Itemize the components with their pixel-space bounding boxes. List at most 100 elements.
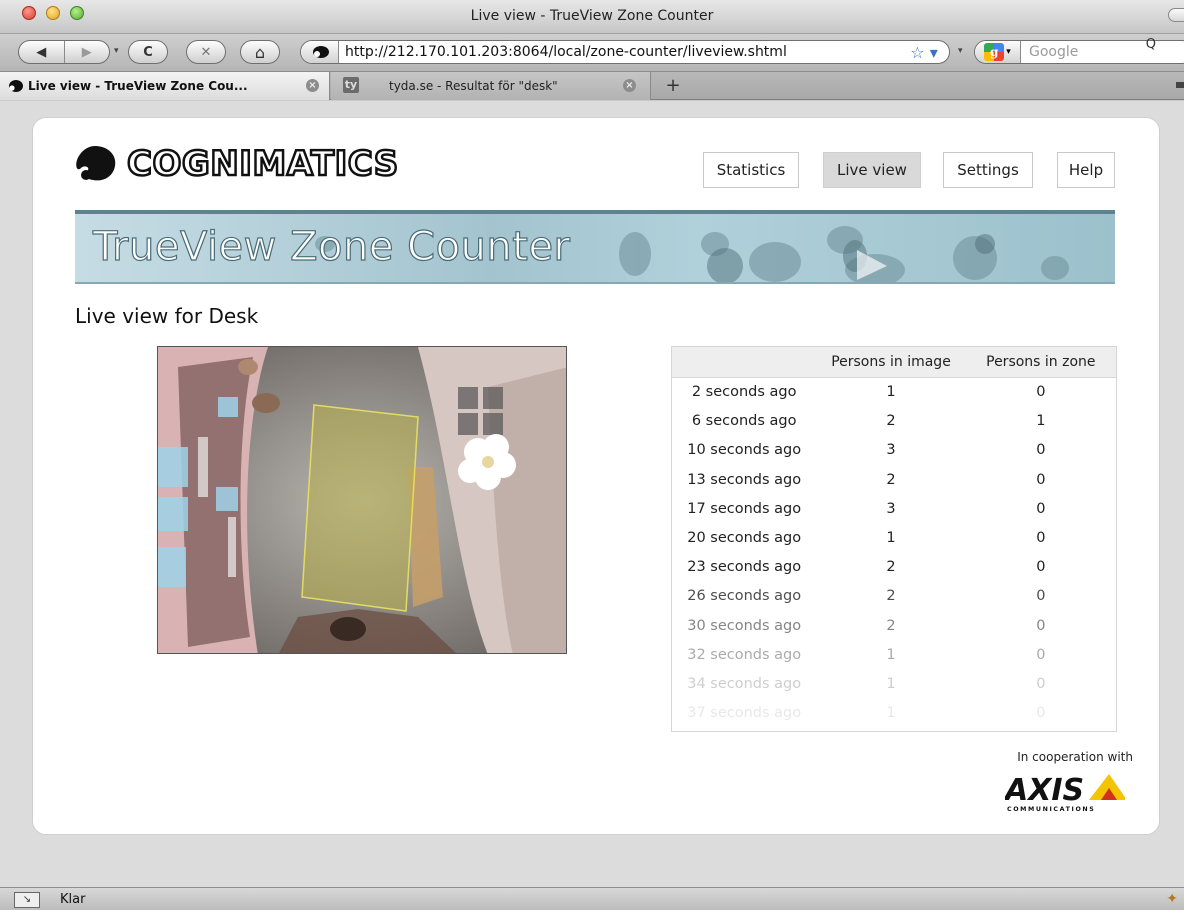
stop-button[interactable]: ✕ xyxy=(186,40,226,64)
toolbar-toggle-button[interactable] xyxy=(1168,8,1184,22)
extension-icon[interactable]: ✦ xyxy=(1166,891,1178,907)
axis-subtitle: COMMUNICATIONS xyxy=(1007,806,1095,813)
table-row: 37 seconds ago 1 0 xyxy=(672,699,1116,728)
history-dropdown-icon[interactable]: ▾ xyxy=(114,46,119,56)
table-row: 2 seconds ago 1 0 xyxy=(672,378,1116,407)
row-persons-in-zone: 0 xyxy=(1036,559,1046,576)
stop-icon: ✕ xyxy=(200,44,212,60)
google-icon: g xyxy=(984,43,1005,61)
reload-button[interactable]: C xyxy=(128,40,168,64)
row-persons-in-image: 1 xyxy=(886,529,896,546)
counting-zone-overlay xyxy=(301,404,419,612)
page-title: Live view for Desk xyxy=(75,304,259,328)
tab-close-icon[interactable]: × xyxy=(623,79,636,92)
tab-live-view[interactable]: Live view - TrueView Zone Cou... × xyxy=(0,72,330,100)
connection-status-icon: ↘ xyxy=(14,892,40,908)
row-time: 17 seconds ago xyxy=(687,500,802,517)
tab-label: Live view - TrueView Zone Cou... xyxy=(28,79,248,93)
nav-settings[interactable]: Settings xyxy=(943,152,1033,188)
row-persons-in-image: 3 xyxy=(886,442,896,459)
row-time: 34 seconds ago xyxy=(687,675,802,692)
table-row: 32 seconds ago 1 0 xyxy=(672,641,1116,670)
row-persons-in-zone: 0 xyxy=(1036,646,1046,663)
navigation-toolbar: ◀ ▶ ▾ C ✕ ⌂ http://212.170.101.203:8064/… xyxy=(0,34,1184,72)
nav-statistics[interactable]: Statistics xyxy=(703,152,799,188)
logo-wordmark: COGNIMATICS xyxy=(126,143,400,186)
banner-title: TrueView Zone Counter xyxy=(92,223,571,270)
row-persons-in-image: 1 xyxy=(886,705,896,722)
row-persons-in-image: 2 xyxy=(886,588,896,605)
window-title: Live view - TrueView Zone Counter xyxy=(470,8,714,24)
row-persons-in-image: 3 xyxy=(886,500,896,517)
row-time: 37 seconds ago xyxy=(687,705,802,722)
cognimatics-tab-icon xyxy=(9,80,23,92)
table-row: 13 seconds ago 2 0 xyxy=(672,466,1116,495)
url-dropdown-icon[interactable]: ▾ xyxy=(958,46,963,56)
search-input[interactable]: Google xyxy=(1021,44,1184,60)
row-persons-in-zone: 0 xyxy=(1036,529,1046,546)
table-row: 30 seconds ago 2 0 xyxy=(672,612,1116,641)
row-time: 2 seconds ago xyxy=(691,384,797,400)
reload-icon: C xyxy=(143,44,153,60)
row-persons-in-zone: 0 xyxy=(1036,500,1046,517)
bookmark-star-icon[interactable]: ☆ ▾ xyxy=(899,43,949,62)
row-persons-in-zone: 0 xyxy=(1036,471,1046,488)
table-header: Persons in image Persons in zone xyxy=(672,347,1116,378)
row-persons-in-image: 2 xyxy=(886,413,896,430)
row-time: 6 seconds ago xyxy=(691,413,797,430)
row-time: 30 seconds ago xyxy=(687,617,802,634)
search-icon[interactable]: Q xyxy=(1146,37,1156,52)
product-banner: TrueView Zone Counter xyxy=(75,210,1115,284)
row-time: 26 seconds ago xyxy=(687,588,802,605)
row-persons-in-zone: 0 xyxy=(1036,617,1046,634)
cognimatics-logo-icon xyxy=(76,146,116,181)
header-time xyxy=(672,347,816,377)
status-text: Klar xyxy=(60,892,86,907)
row-persons-in-image: 2 xyxy=(886,617,896,634)
row-persons-in-zone: 0 xyxy=(1036,384,1046,400)
table-row: 26 seconds ago 2 0 xyxy=(672,582,1116,611)
axis-wordmark: AXIS xyxy=(1005,773,1084,808)
row-persons-in-zone: 0 xyxy=(1036,442,1046,459)
tyda-tab-icon: ty xyxy=(343,77,359,93)
live-camera-view xyxy=(157,346,567,654)
tab-list-icon[interactable] xyxy=(1176,82,1184,88)
table-row: 34 seconds ago 1 0 xyxy=(672,670,1116,699)
url-input[interactable]: http://212.170.101.203:8064/local/zone-c… xyxy=(339,44,899,60)
tab-close-icon[interactable]: × xyxy=(306,79,319,92)
cooperation-label: In cooperation with xyxy=(1017,750,1133,764)
row-time: 32 seconds ago xyxy=(687,646,802,663)
home-icon: ⌂ xyxy=(254,42,266,62)
table-row: 17 seconds ago 3 0 xyxy=(672,495,1116,524)
nav-help[interactable]: Help xyxy=(1057,152,1115,188)
row-time: 10 seconds ago xyxy=(687,442,802,459)
site-favicon[interactable] xyxy=(301,41,339,63)
back-forward-group: ◀ ▶ xyxy=(18,40,110,64)
nav-live-view[interactable]: Live view xyxy=(823,152,921,188)
back-button[interactable]: ◀ xyxy=(19,45,64,60)
cognimatics-logo[interactable]: COGNIMATICS xyxy=(73,142,400,186)
row-persons-in-zone: 0 xyxy=(1036,705,1046,722)
row-persons-in-image: 2 xyxy=(886,559,896,576)
row-persons-in-image: 1 xyxy=(886,675,896,692)
row-time: 13 seconds ago xyxy=(687,471,802,488)
table-row: 20 seconds ago 1 0 xyxy=(672,524,1116,553)
row-persons-in-zone: 0 xyxy=(1036,588,1046,605)
axis-logo[interactable]: AXIS COMMUNICATIONS xyxy=(1005,770,1125,814)
row-persons-in-zone: 0 xyxy=(1036,675,1046,692)
forward-button[interactable]: ▶ xyxy=(65,45,110,60)
count-history-table: Persons in image Persons in zone 2 secon… xyxy=(671,346,1117,732)
row-time: 23 seconds ago xyxy=(687,559,802,576)
fisheye-camera-image xyxy=(158,347,566,653)
window-titlebar: Live view - TrueView Zone Counter xyxy=(0,0,1184,34)
new-tab-button[interactable]: + xyxy=(660,75,686,97)
address-bar[interactable]: http://212.170.101.203:8064/local/zone-c… xyxy=(300,40,950,64)
row-time: 20 seconds ago xyxy=(687,529,802,546)
status-bar: ↘ Klar ✦ xyxy=(0,887,1184,910)
tab-tyda[interactable]: ty tyda.se - Resultat för "desk" × xyxy=(331,72,651,100)
tab-label: tyda.se - Resultat för "desk" xyxy=(389,79,558,93)
home-button[interactable]: ⌂ xyxy=(240,40,280,64)
search-engine-selector[interactable]: g ▾ xyxy=(975,41,1021,63)
table-body: 2 seconds ago 1 0 6 seconds ago 2 1 10 seconds… xyxy=(672,378,1116,728)
header-persons-in-image: Persons in image xyxy=(831,354,951,370)
